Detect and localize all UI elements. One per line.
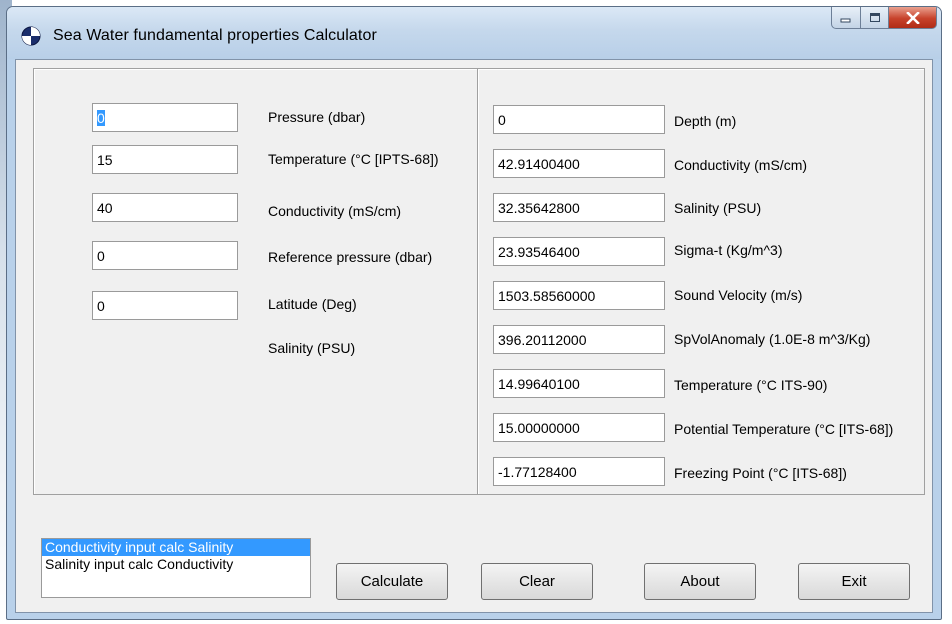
globe-icon	[21, 26, 41, 46]
exit-button[interactable]: Exit	[798, 563, 910, 600]
about-button[interactable]: About	[644, 563, 756, 600]
app-window: Sea Water fundamental properties Calcula…	[6, 6, 942, 620]
conductivity-output-label: Conductivity (mS/cm)	[674, 157, 808, 173]
conductivity-label: Conductivity (mS/cm)	[268, 203, 402, 219]
salinity-output-label: Salinity (PSU)	[674, 200, 762, 216]
pressure-input[interactable]: 0	[92, 103, 238, 132]
calculate-button[interactable]: Calculate	[336, 563, 448, 600]
freezing-point-output[interactable]: -1.77128400	[493, 457, 665, 486]
close-button[interactable]	[889, 7, 937, 29]
minimize-button[interactable]	[831, 7, 861, 29]
reference-pressure-input[interactable]: 0	[92, 241, 238, 270]
pressure-label: Pressure (dbar)	[268, 109, 366, 125]
calc-mode-listbox[interactable]: Conductivity input calc Salinity Salinit…	[41, 538, 311, 598]
sound-velocity-label: Sound Velocity (m/s)	[674, 287, 803, 303]
mode-option-salinity[interactable]: Salinity input calc Conductivity	[42, 556, 310, 573]
potential-temperature-label: Potential Temperature (°C [ITS-68])	[674, 421, 894, 437]
salinity-output[interactable]: 32.35642800	[493, 193, 665, 222]
maximize-icon	[869, 12, 880, 22]
sound-velocity-output[interactable]: 1503.58560000	[493, 281, 665, 310]
minimize-icon	[840, 18, 851, 22]
clear-button[interactable]: Clear	[481, 563, 593, 600]
spvol-anomaly-output[interactable]: 396.20112000	[493, 325, 665, 354]
temperature-input[interactable]: 15	[92, 145, 238, 174]
conductivity-input[interactable]: 40	[92, 193, 238, 222]
window-title: Sea Water fundamental properties Calcula…	[53, 27, 377, 44]
salinity-label: Salinity (PSU)	[268, 340, 356, 356]
outputs-panel: 0 Depth (m) 42.91400400 Conductivity (mS…	[477, 68, 925, 495]
spvol-anomaly-label: SpVolAnomaly (1.0E-8 m^3/Kg)	[674, 331, 871, 347]
temperature-its90-output[interactable]: 14.99640100	[493, 369, 665, 398]
inputs-panel: 0 Pressure (dbar) 15 Temperature (°C [IP…	[33, 68, 479, 495]
depth-output[interactable]: 0	[493, 105, 665, 134]
caption-buttons	[831, 7, 937, 33]
title-bar[interactable]: Sea Water fundamental properties Calcula…	[7, 7, 941, 59]
freezing-point-label: Freezing Point (°C [ITS-68])	[674, 465, 847, 481]
reference-pressure-label: Reference pressure (dbar)	[268, 249, 433, 265]
mode-option-conductivity[interactable]: Conductivity input calc Salinity	[42, 539, 310, 556]
sigma-t-label: Sigma-t (Kg/m^3)	[674, 242, 783, 258]
temperature-label: Temperature (°C [IPTS-68])	[268, 151, 439, 167]
close-icon	[905, 11, 920, 24]
client-area: 0 Pressure (dbar) 15 Temperature (°C [IP…	[15, 59, 933, 613]
temperature-its90-label: Temperature (°C ITS-90)	[674, 377, 828, 393]
conductivity-output[interactable]: 42.91400400	[493, 149, 665, 178]
potential-temperature-output[interactable]: 15.00000000	[493, 413, 665, 442]
sigma-t-output[interactable]: 23.93546400	[493, 237, 665, 266]
depth-label: Depth (m)	[674, 113, 737, 129]
latitude-input[interactable]: 0	[92, 291, 238, 320]
maximize-button[interactable]	[861, 7, 889, 29]
latitude-label: Latitude (Deg)	[268, 296, 357, 312]
